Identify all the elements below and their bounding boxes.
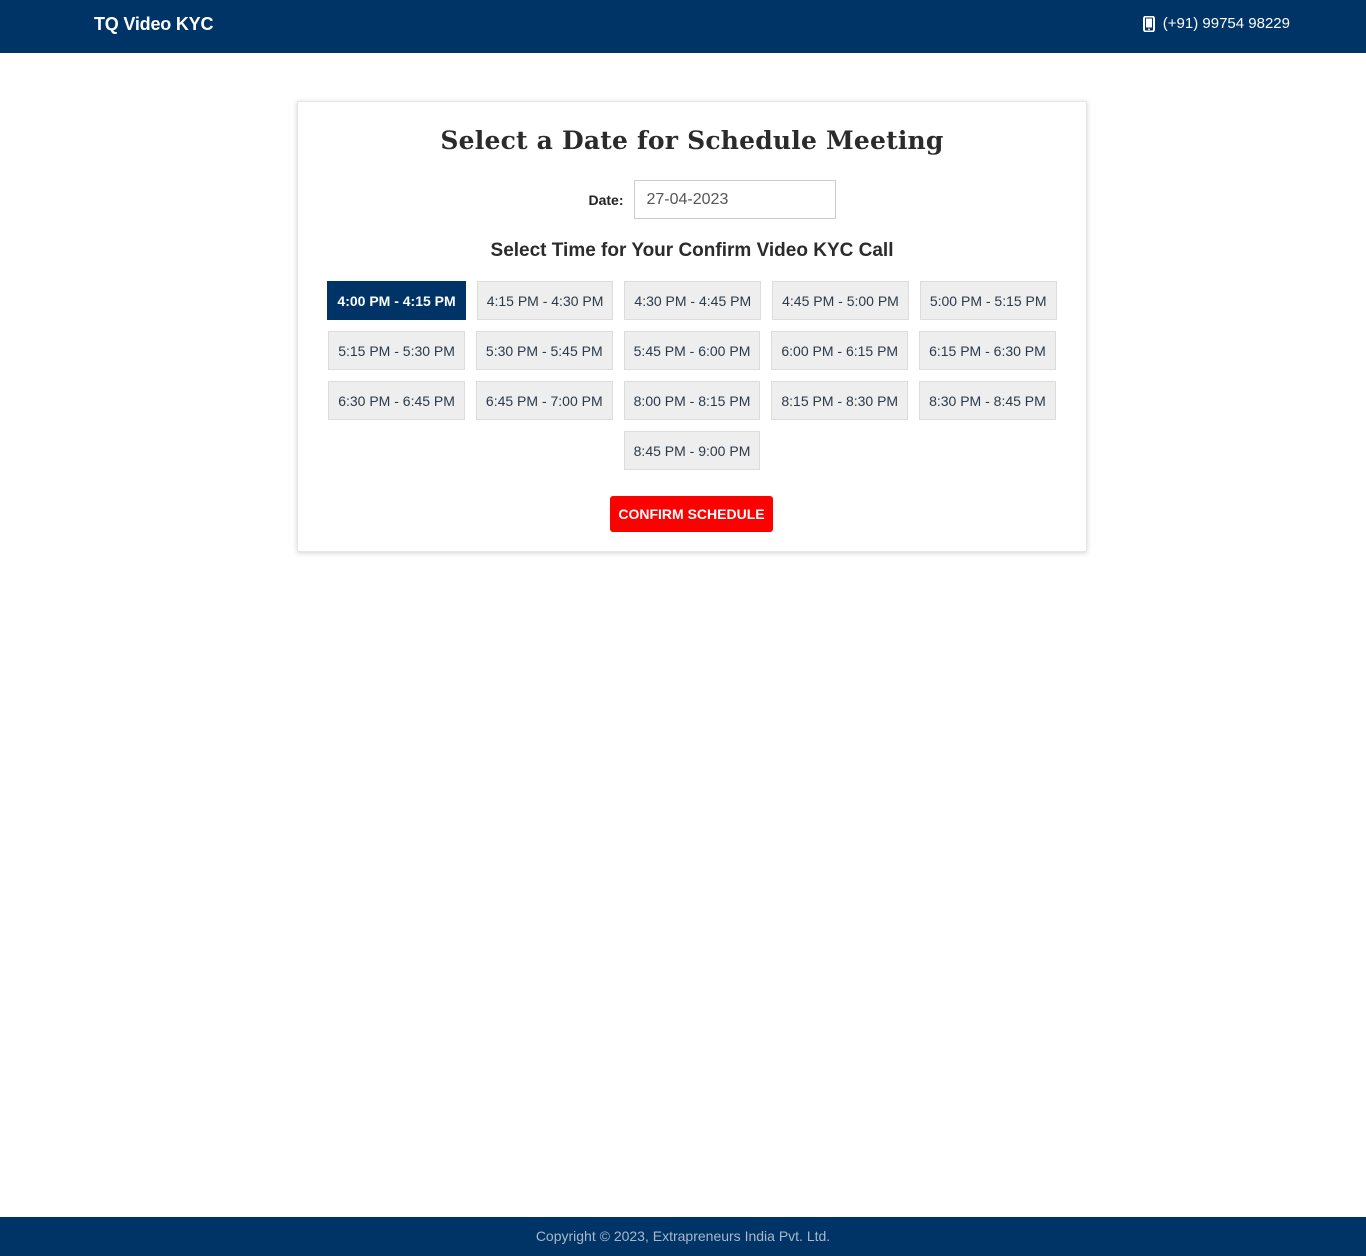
time-slot-row: 6:30 PM - 6:45 PM 6:45 PM - 7:00 PM 8:00 P… xyxy=(298,381,1086,420)
time-slot-button[interactable]: 5:00 PM - 5:15 PM xyxy=(919,281,1057,320)
date-input[interactable] xyxy=(633,180,836,219)
time-slot-row: 8:45 PM - 9:00 PM xyxy=(298,431,1086,470)
confirm-schedule-button[interactable]: CONFIRM SCHEDULE xyxy=(610,496,773,532)
time-heading: Select Time for Your Confirm Video KYC C… xyxy=(490,240,894,261)
time-slot-grid: 4:00 PM - 4:15 PM 4:15 PM - 4:30 PM 4:30 P… xyxy=(298,281,1086,481)
time-slot-button[interactable]: 5:30 PM - 5:45 PM xyxy=(475,331,613,370)
mobile-phone-icon xyxy=(1142,15,1155,32)
time-slot-button[interactable]: 8:00 PM - 8:15 PM xyxy=(623,381,761,420)
time-slot-button[interactable]: 4:00 PM - 4:15 PM xyxy=(327,281,466,320)
time-slot-button[interactable]: 6:15 PM - 6:30 PM xyxy=(919,331,1056,370)
schedule-meeting-card: Select a Date for Schedule Meeting Date:… xyxy=(297,101,1087,552)
time-slot-button[interactable]: 4:45 PM - 5:00 PM xyxy=(772,281,909,320)
brand-logo-text[interactable]: TQ Video KYC xyxy=(94,14,213,35)
time-slot-button[interactable]: 8:45 PM - 9:00 PM xyxy=(623,431,761,470)
time-slot-button[interactable]: 6:45 PM - 7:00 PM xyxy=(475,381,613,420)
page-title: Select a Date for Schedule Meeting xyxy=(440,126,944,155)
time-slot-button[interactable]: 4:30 PM - 4:45 PM xyxy=(624,281,762,320)
date-label: Date: xyxy=(588,191,624,208)
phone-number: (+91) 99754 98229 xyxy=(1162,15,1290,32)
time-slot-row: 4:00 PM - 4:15 PM 4:15 PM - 4:30 PM 4:30 P… xyxy=(298,281,1086,320)
footer: Copyright © 2023, Extrapreneurs India Pv… xyxy=(0,1217,1366,1256)
time-slot-button[interactable]: 6:00 PM - 6:15 PM xyxy=(771,331,909,370)
date-row: Date: xyxy=(298,180,1086,219)
top-navbar: TQ Video KYC (+91) 99754 98229 xyxy=(0,0,1366,53)
time-slot-button[interactable]: 6:30 PM - 6:45 PM xyxy=(328,381,465,420)
time-slot-button[interactable]: 4:15 PM - 4:30 PM xyxy=(476,281,614,320)
time-slot-button[interactable]: 5:15 PM - 5:30 PM xyxy=(328,331,465,370)
copyright-text: Copyright © 2023, Extrapreneurs India Pv… xyxy=(535,1228,831,1244)
time-slot-row: 5:15 PM - 5:30 PM 5:30 PM - 5:45 PM 5:45 P… xyxy=(298,331,1086,370)
phone-contact[interactable]: (+91) 99754 98229 xyxy=(1142,15,1290,32)
time-slot-button[interactable]: 5:45 PM - 6:00 PM xyxy=(623,331,761,370)
time-slot-button[interactable]: 8:30 PM - 8:45 PM xyxy=(919,381,1056,420)
time-slot-button[interactable]: 8:15 PM - 8:30 PM xyxy=(771,381,909,420)
